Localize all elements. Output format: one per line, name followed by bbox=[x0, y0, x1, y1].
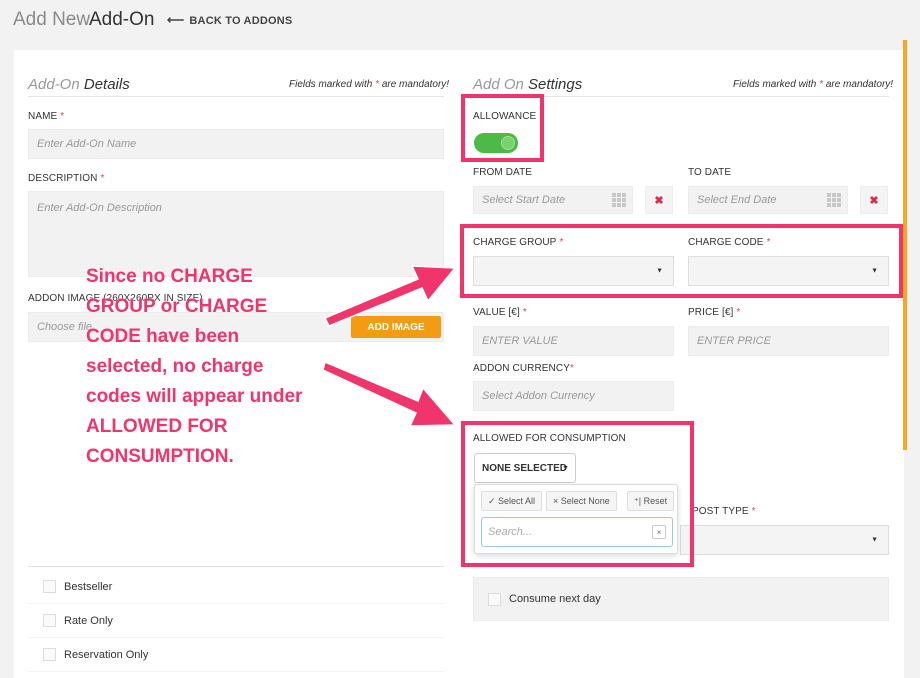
divider bbox=[28, 96, 444, 97]
checkbox-box[interactable] bbox=[43, 580, 56, 593]
currency-input[interactable]: Select Addon Currency bbox=[473, 381, 674, 411]
annotation-text: Since no CHARGE GROUP or CHARGE CODE hav… bbox=[86, 266, 303, 467]
currency-label: ADDON CURRENCY* bbox=[473, 363, 574, 374]
checkbox-box[interactable] bbox=[43, 614, 56, 627]
price-label: PRICE [€] * bbox=[688, 307, 741, 318]
back-link-label: BACK TO ADDONS bbox=[189, 15, 293, 27]
value-input[interactable]: ENTER VALUE bbox=[473, 326, 674, 356]
post-type-label: POST TYPE * bbox=[692, 506, 756, 517]
highlight-charge-fields bbox=[460, 224, 903, 298]
name-input[interactable]: Enter Add-On Name bbox=[28, 129, 444, 159]
page-title: Add-On bbox=[89, 9, 155, 30]
consume-next-day-row[interactable]: Consume next day bbox=[473, 577, 889, 621]
to-date-input[interactable]: Select End Date bbox=[688, 186, 848, 214]
mandatory-note: Fields marked with * are mandatory! bbox=[289, 79, 450, 90]
checkbox-bestseller[interactable]: Bestseller bbox=[28, 570, 444, 604]
description-label: DESCRIPTION * bbox=[28, 173, 105, 184]
to-date-label: TO DATE bbox=[688, 167, 732, 178]
clear-to-date-button[interactable]: ✖ bbox=[860, 186, 888, 214]
add-image-button[interactable]: ADD IMAGE bbox=[351, 316, 441, 338]
highlight-allowance bbox=[461, 94, 544, 162]
from-date-label: FROM DATE bbox=[473, 167, 533, 178]
arrow-left-icon: ⟵ bbox=[167, 13, 185, 27]
checkbox-box[interactable] bbox=[488, 592, 501, 606]
value-label: VALUE [€] * bbox=[473, 307, 527, 318]
price-input[interactable]: ENTER PRICE bbox=[688, 326, 889, 356]
settings-section-title: Add On Settings bbox=[473, 76, 583, 93]
name-label: NAME * bbox=[28, 111, 65, 122]
scroll-indicator[interactable] bbox=[903, 40, 907, 450]
checkbox-box[interactable] bbox=[43, 648, 56, 661]
calendar-grid-icon[interactable] bbox=[827, 193, 841, 207]
clear-from-date-button[interactable]: ✖ bbox=[645, 186, 673, 214]
checkbox-reservation-only[interactable]: Reservation Only bbox=[28, 638, 444, 672]
calendar-grid-icon[interactable] bbox=[612, 193, 626, 207]
page-title-prefix: Add New bbox=[13, 9, 91, 30]
top-bar: Add New Add-On ⟵ BACK TO ADDONS bbox=[0, 0, 920, 42]
highlight-consumption bbox=[461, 421, 694, 567]
post-type-select[interactable]: ▼ bbox=[680, 525, 889, 555]
from-date-input[interactable]: Select Start Date bbox=[473, 186, 633, 214]
details-section-title: Add-On Details bbox=[28, 76, 130, 93]
back-to-addons-link[interactable]: ⟵ BACK TO ADDONS bbox=[167, 13, 292, 27]
checkbox-rate-only[interactable]: Rate Only bbox=[28, 604, 444, 638]
checkbox-list-divider bbox=[28, 566, 444, 567]
caret-down-icon: ▼ bbox=[871, 536, 878, 544]
mandatory-note: Fields marked with * are mandatory! bbox=[733, 79, 894, 90]
